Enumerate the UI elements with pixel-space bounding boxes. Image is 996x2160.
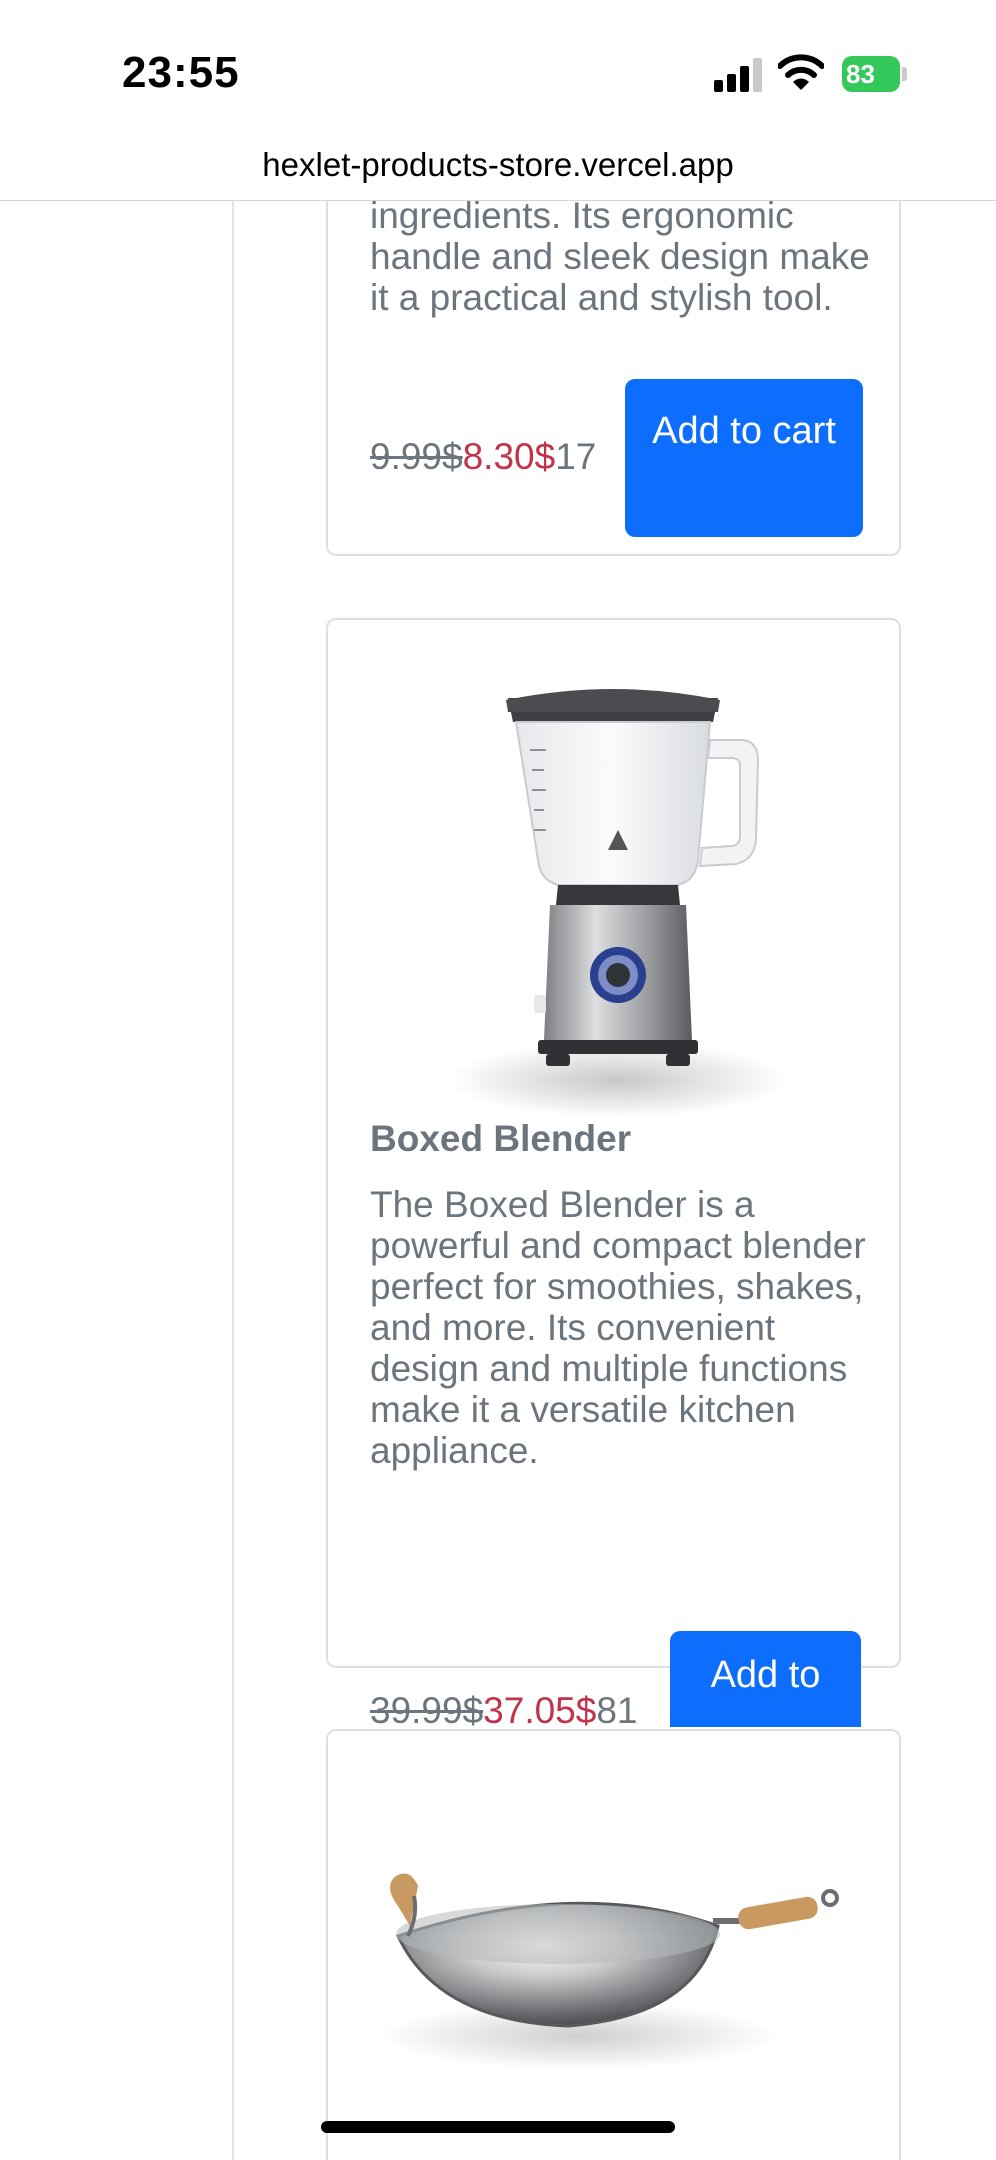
status-bar: 23:55 83 xyxy=(0,0,996,140)
old-price: 9.99$ xyxy=(370,436,463,477)
sale-price: 8.30$ xyxy=(462,436,556,477)
product-title: Boxed Blender xyxy=(370,1118,632,1159)
old-price: 39.99$ xyxy=(370,1690,484,1731)
cellular-signal-icon xyxy=(714,58,762,92)
wok-pan-image xyxy=(378,1873,839,2070)
product-description: ingredients. Its ergonomic handle and sl… xyxy=(370,201,870,318)
add-to-cart-button[interactable]: Add to xyxy=(670,1631,861,1727)
url-text: hexlet-products-store.vercel.app xyxy=(262,146,734,183)
product-price: 9.99$8.30$17 xyxy=(370,436,596,478)
product-description: The Boxed Blender is a powerful and comp… xyxy=(370,1184,866,1471)
wifi-icon xyxy=(778,54,824,90)
product-card: Boxed Blender The Boxed Blender is a pow… xyxy=(326,618,901,1731)
blender-image xyxy=(448,689,788,1118)
battery-level: 83 xyxy=(842,56,900,92)
page-content: ingredients. Its ergonomic handle and sl… xyxy=(0,201,996,2160)
address-bar[interactable]: hexlet-products-store.vercel.app xyxy=(0,140,996,201)
sidebar-divider xyxy=(232,201,234,2160)
battery-nub xyxy=(902,67,907,81)
product-card xyxy=(326,1729,901,2160)
sale-price: 37.05$ xyxy=(483,1690,597,1731)
discount-value: 81 xyxy=(596,1690,638,1731)
add-to-cart-button[interactable]: Add to cart xyxy=(625,379,863,537)
battery-charging-icon: 83 xyxy=(842,56,907,92)
add-to-cart-label: Add to xyxy=(710,1654,821,1696)
add-to-cart-label: Add to cart xyxy=(652,410,836,452)
product-card: ingredients. Its ergonomic handle and sl… xyxy=(326,201,901,556)
status-time: 23:55 xyxy=(122,48,240,97)
home-indicator xyxy=(321,2121,675,2133)
product-price: 39.99$37.05$81 xyxy=(370,1690,638,1732)
discount-value: 17 xyxy=(555,436,597,477)
